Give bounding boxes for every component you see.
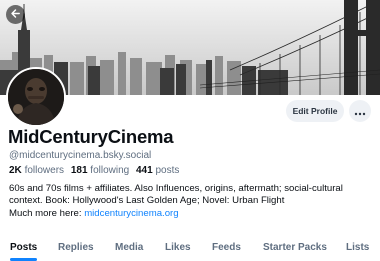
website-link[interactable]: midcenturycinema.org [84, 208, 178, 219]
avatar[interactable] [6, 67, 66, 127]
following-label: following [90, 165, 130, 176]
bio-link-prefix: Much more here: [9, 207, 85, 219]
profile-display-name: MidCenturyCinema [8, 126, 174, 147]
posts-count: 441 [136, 165, 153, 176]
arrow-left-icon [10, 6, 21, 24]
bio-line-3: Much more here: midcenturycinema.org [9, 208, 377, 220]
posts-label: posts [155, 165, 180, 176]
profile-bio: 60s and 70s films + affiliates. Also Inf… [9, 183, 377, 220]
tab-replies[interactable]: Replies [58, 242, 94, 253]
avatar-photo [8, 69, 64, 125]
bio-line-1: 60s and 70s films + affiliates. Also Inf… [9, 183, 343, 194]
profile-handle: @midcenturycinema.bsky.social [9, 150, 152, 161]
following-stat[interactable]: 181 following [71, 165, 129, 176]
followers-count: 2K [9, 165, 22, 176]
profile-stats: 2K followers 181 following 441 posts [9, 165, 183, 176]
bio-line-2: context. Book: Hollywood's Last Golden A… [9, 195, 285, 207]
profile-tabs: Posts Replies Media Likes Feeds Starter … [0, 236, 380, 261]
edit-profile-button[interactable]: Edit Profile [286, 100, 344, 122]
ellipsis-icon [354, 104, 366, 119]
posts-stat: 441 posts [136, 165, 179, 176]
tab-media[interactable]: Media [115, 242, 143, 253]
following-count: 181 [70, 165, 88, 176]
tab-likes[interactable]: Likes [165, 242, 191, 253]
tab-starter-packs[interactable]: Starter Packs [263, 242, 327, 253]
followers-label: followers [24, 165, 65, 176]
tab-lists[interactable]: Lists [346, 242, 369, 253]
tab-feeds[interactable]: Feeds [212, 242, 241, 253]
followers-stat[interactable]: 2K followers [9, 165, 64, 176]
more-options-button[interactable] [349, 100, 371, 122]
back-button[interactable] [6, 5, 25, 24]
tab-posts[interactable]: Posts [10, 242, 37, 253]
